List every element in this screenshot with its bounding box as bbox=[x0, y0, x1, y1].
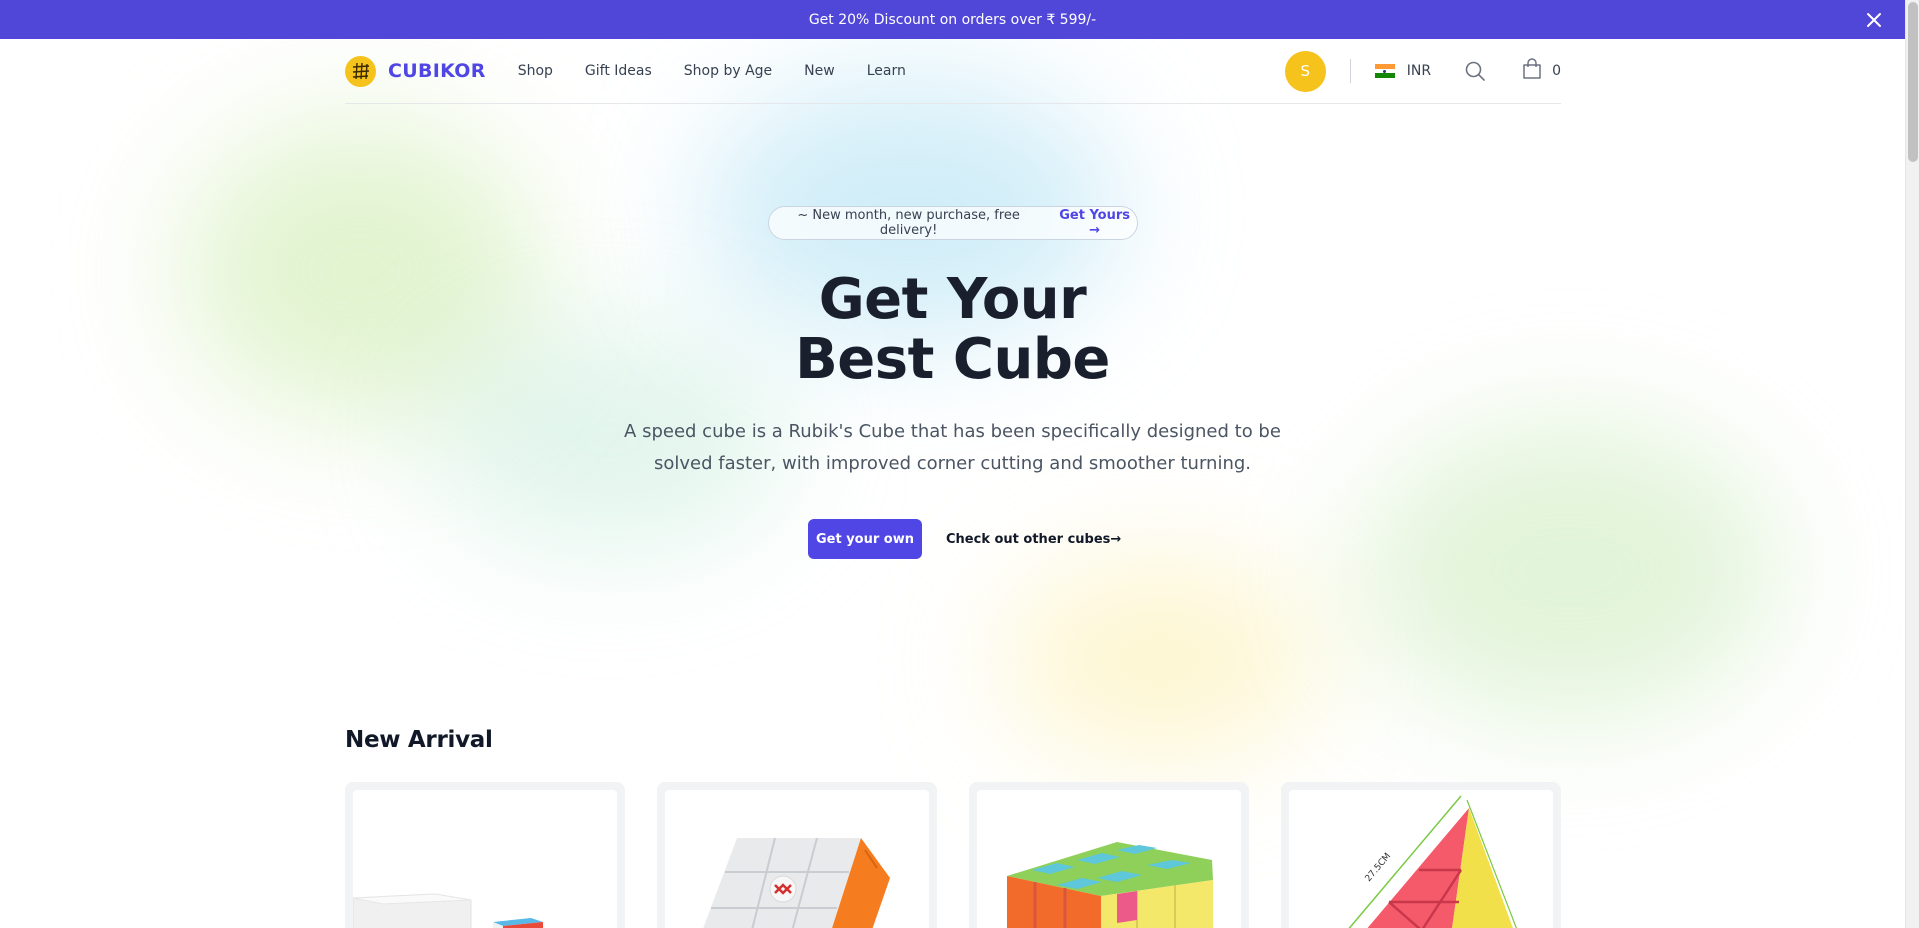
user-avatar[interactable]: S bbox=[1284, 50, 1326, 92]
hero-description: A speed cube is a Rubik's Cube that has … bbox=[624, 421, 1281, 474]
announcement-text: Get 20% Discount on orders over ₹ 599/- bbox=[808, 11, 1097, 28]
hero-title-line2: Best Cube bbox=[795, 327, 1110, 392]
scrollbar-thumb[interactable] bbox=[1908, 2, 1918, 162]
currency-code: INR bbox=[1406, 63, 1432, 79]
product-card[interactable]: 27.5CM bbox=[1281, 782, 1561, 928]
new-arrival-title: New Arrival bbox=[345, 727, 493, 753]
product-grid: 27.5CM bbox=[345, 782, 1561, 928]
check-other-cubes-link[interactable]: Check out other cubes→ bbox=[946, 519, 1121, 559]
cart-count: 0 bbox=[1552, 63, 1561, 79]
product-card[interactable] bbox=[657, 782, 937, 928]
currency-selector[interactable]: INR bbox=[1374, 63, 1432, 79]
promo-pill-text: ~ New month, new purchase, free delivery… bbox=[797, 208, 1020, 238]
product-image-white-box bbox=[353, 790, 617, 928]
nav-item-shop-by-age[interactable]: Shop by Age bbox=[684, 63, 772, 79]
site-header: CUBIKOR Shop Gift Ideas Shop by Age New … bbox=[345, 39, 1561, 104]
shopping-bag-icon bbox=[1522, 58, 1542, 84]
pyraminx-dimension-label: 27.5CM bbox=[1364, 851, 1394, 884]
product-card[interactable] bbox=[969, 782, 1249, 928]
product-card[interactable] bbox=[345, 782, 625, 928]
product-image-5x5-cube bbox=[977, 790, 1241, 928]
nav-item-shop[interactable]: Shop bbox=[518, 63, 553, 79]
announcement-bar: Get 20% Discount on orders over ₹ 599/- bbox=[0, 0, 1905, 39]
cube-grid-icon bbox=[345, 55, 376, 87]
close-icon[interactable] bbox=[1863, 9, 1885, 31]
brand-logo[interactable]: CUBIKOR bbox=[345, 55, 486, 87]
hero-title: Get Your Best Cube bbox=[0, 270, 1905, 390]
hero-title-line1: Get Your bbox=[818, 267, 1087, 332]
promo-pill: ~ New month, new purchase, free delivery… bbox=[768, 206, 1138, 240]
nav-item-new[interactable]: New bbox=[804, 63, 835, 79]
hero-section: ~ New month, new purchase, free delivery… bbox=[0, 104, 1905, 604]
product-image-pyraminx: 27.5CM bbox=[1289, 790, 1553, 928]
product-image-white-speed-cube bbox=[665, 790, 929, 928]
india-flag-icon bbox=[1374, 64, 1395, 79]
header-divider bbox=[1349, 59, 1351, 83]
nav-item-learn[interactable]: Learn bbox=[867, 63, 906, 79]
get-your-own-button[interactable]: Get your own bbox=[808, 519, 922, 559]
nav-item-gift-ideas[interactable]: Gift Ideas bbox=[585, 63, 652, 79]
main-nav: Shop Gift Ideas Shop by Age New Learn bbox=[518, 63, 938, 79]
header-actions: S INR 0 bbox=[1284, 50, 1561, 92]
promo-pill-link[interactable]: Get Yours → bbox=[1052, 208, 1137, 238]
search-icon[interactable] bbox=[1464, 60, 1486, 82]
cart-button[interactable]: 0 bbox=[1522, 58, 1561, 84]
page-scrollbar[interactable] bbox=[1905, 0, 1919, 928]
brand-name: CUBIKOR bbox=[388, 60, 486, 82]
